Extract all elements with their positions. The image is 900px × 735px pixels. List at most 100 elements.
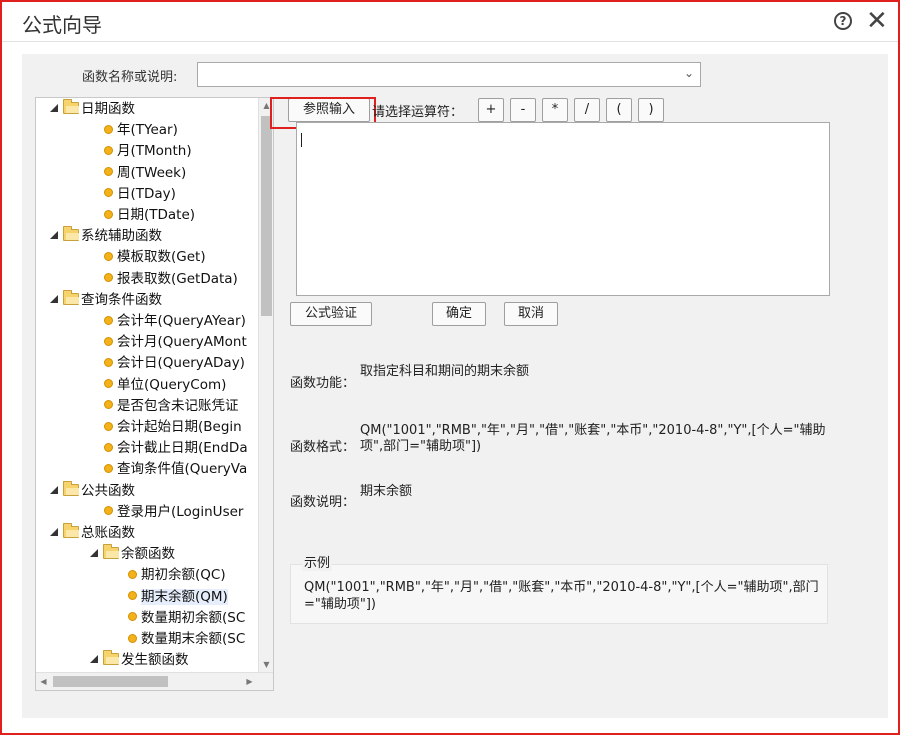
collapse-toggle-icon[interactable] <box>50 485 58 494</box>
function-leaf-icon <box>128 612 137 622</box>
scroll-down-icon[interactable]: ▼ <box>259 657 273 672</box>
collapse-toggle-icon[interactable] <box>90 655 98 664</box>
tree-leaf-node[interactable]: 是否包含未记账凭证 <box>104 396 239 417</box>
tree-horizontal-scrollbar[interactable]: ◀ ▶ <box>36 672 273 690</box>
function-leaf-icon <box>104 273 113 283</box>
collapse-toggle-icon[interactable] <box>50 528 58 536</box>
tree-folder-node[interactable]: 总账函数 <box>50 523 135 544</box>
function-leaf-icon <box>104 379 113 389</box>
folder-icon <box>103 650 119 666</box>
function-description-label: 函数说明： <box>290 495 356 510</box>
tree-leaf-node[interactable]: 单位(QueryCom) <box>104 375 226 396</box>
folder-icon <box>63 226 79 242</box>
tree-leaf-node[interactable]: 会计截止日期(EndDa <box>104 438 248 459</box>
tree-leaf-node[interactable]: 查询条件值(QueryVa <box>104 459 247 480</box>
tree-leaf-node[interactable]: 数量期初余额(SC <box>128 608 245 629</box>
tree-leaf-node[interactable]: 会计年(QueryAYear) <box>104 311 246 332</box>
cancel-button[interactable]: 取消 <box>504 302 558 326</box>
tree-node-label: 日(TDay) <box>117 185 176 202</box>
tree-node-label: 期末余额(QM) <box>141 588 228 605</box>
tree-leaf-node[interactable]: 登录用户(LoginUser <box>104 502 243 523</box>
function-leaf-icon <box>128 591 137 601</box>
function-format-value: QM("1001","RMB","年","月","借","账套","本币","2… <box>360 423 826 454</box>
function-leaf-icon <box>104 506 113 516</box>
tree-leaf-node[interactable]: 期末余额(QM) <box>128 587 228 608</box>
tree-leaf-node[interactable]: 日期(TDate) <box>104 205 195 226</box>
function-tree-panel: 日期函数年(TYear) 月(TMonth) 周(TWeek) 日(TDay) 日期(T… <box>35 97 274 691</box>
tree-node-label: 会计年(QueryAYear) <box>117 313 246 329</box>
tree-leaf-node[interactable]: 会计起始日期(Begin <box>104 417 242 438</box>
tree-leaf-node[interactable]: 周(TWeek) <box>104 163 186 184</box>
close-icon[interactable]: ✕ <box>866 6 888 36</box>
tree-node-label: 模板取数(Get) <box>117 249 206 266</box>
function-leaf-icon <box>104 442 113 452</box>
folder-icon <box>63 523 79 538</box>
tree-folder-node[interactable]: 发生额函数 <box>90 650 189 671</box>
tree-node-label: 单位(QueryCom) <box>117 376 227 393</box>
function-leaf-icon <box>104 336 113 346</box>
folder-icon <box>63 289 79 305</box>
tree-folder-node[interactable]: 日期函数 <box>50 99 135 120</box>
tree-leaf-node[interactable]: 会计月(QueryAMont <box>104 332 247 353</box>
tree-leaf-node[interactable]: 年(TYear) <box>104 120 178 141</box>
function-leaf-icon <box>104 315 113 325</box>
operator-multiply-button[interactable]: * <box>542 98 568 122</box>
operator-plus-button[interactable]: + <box>478 98 504 122</box>
vertical-scroll-thumb[interactable] <box>261 116 272 316</box>
tree-leaf-node[interactable]: 会计日(QueryADay) <box>104 353 245 374</box>
tree-node-label: 登录用户(LoginUser <box>117 503 244 520</box>
function-leaf-icon <box>104 145 113 155</box>
tree-node-label: 周(TWeek) <box>117 164 187 181</box>
operator-divide-button[interactable]: / <box>574 98 600 122</box>
tree-node-label: 期初余额(QC) <box>141 567 226 584</box>
tree-vertical-scrollbar[interactable]: ▲ ▼ <box>258 98 273 672</box>
tree-folder-node[interactable]: 公共函数 <box>50 480 135 502</box>
tree-node-label: 月(TMonth) <box>117 143 192 160</box>
collapse-toggle-icon[interactable] <box>90 549 98 558</box>
ok-button[interactable]: 确定 <box>432 302 486 326</box>
help-icon[interactable]: ? <box>834 12 852 30</box>
folder-icon <box>63 480 79 496</box>
dialog-title: 公式向导 <box>22 13 102 37</box>
scroll-left-icon[interactable]: ◀ <box>36 673 51 690</box>
collapse-toggle-icon[interactable] <box>50 231 58 240</box>
tree-leaf-node[interactable]: 报表取数(GetData) <box>104 269 238 290</box>
folder-icon <box>103 544 119 560</box>
verify-formula-button[interactable]: 公式验证 <box>290 302 372 326</box>
scroll-right-icon[interactable]: ▶ <box>242 673 257 690</box>
chevron-down-icon: ⌄ <box>683 66 694 80</box>
operator-open-paren-button[interactable]: ( <box>606 98 632 122</box>
tree-leaf-node[interactable]: 月(TMonth) <box>104 141 192 162</box>
tree-folder-node[interactable]: 余额函数 <box>90 544 175 565</box>
tree-node-label: 查询条件函数 <box>81 291 162 308</box>
operator-close-paren-button[interactable]: ) <box>638 98 664 122</box>
tree-node-label: 日期(TDate) <box>117 207 196 223</box>
tree-node-label: 会计日(QueryADay) <box>117 355 245 372</box>
tree-node-label: 余额函数 <box>121 546 175 563</box>
function-leaf-icon <box>128 633 137 643</box>
tree-node-label: 会计起始日期(Begin <box>117 419 242 435</box>
tree-node-label: 会计截止日期(EndDa <box>117 440 248 457</box>
tree-leaf-node[interactable]: 期初余额(QC) <box>128 565 226 586</box>
collapse-toggle-icon[interactable] <box>50 104 58 112</box>
title-bar: 公式向导 ? ✕ <box>2 2 898 42</box>
tree-leaf-node[interactable]: 数量期末余额(SC <box>128 629 245 650</box>
tree-leaf-node[interactable]: 模板取数(Get) <box>104 247 206 268</box>
function-leaf-icon <box>104 124 113 134</box>
tree-folder-node[interactable]: 查询条件函数 <box>50 289 162 311</box>
collapse-toggle-icon[interactable] <box>50 294 58 303</box>
tree-folder-node[interactable]: 系统辅助函数 <box>50 226 162 247</box>
function-purpose-label: 函数功能： <box>290 376 356 391</box>
function-leaf-icon <box>104 357 113 367</box>
folder-icon <box>63 99 79 114</box>
tree-node-label: 报表取数(GetData) <box>117 270 238 287</box>
function-leaf-icon <box>104 251 113 261</box>
function-leaf-icon <box>104 167 113 177</box>
operator-minus-button[interactable]: - <box>510 98 536 122</box>
horizontal-scroll-thumb[interactable] <box>53 676 168 687</box>
tree-node-label: 日期函数 <box>81 101 135 117</box>
formula-editor[interactable] <box>296 122 830 296</box>
tree-leaf-node[interactable]: 日(TDay) <box>104 184 176 205</box>
example-text: QM("1001","RMB","年","月","借","账套","本币","2… <box>304 580 819 612</box>
function-search-select[interactable]: ⌄ <box>197 62 701 87</box>
